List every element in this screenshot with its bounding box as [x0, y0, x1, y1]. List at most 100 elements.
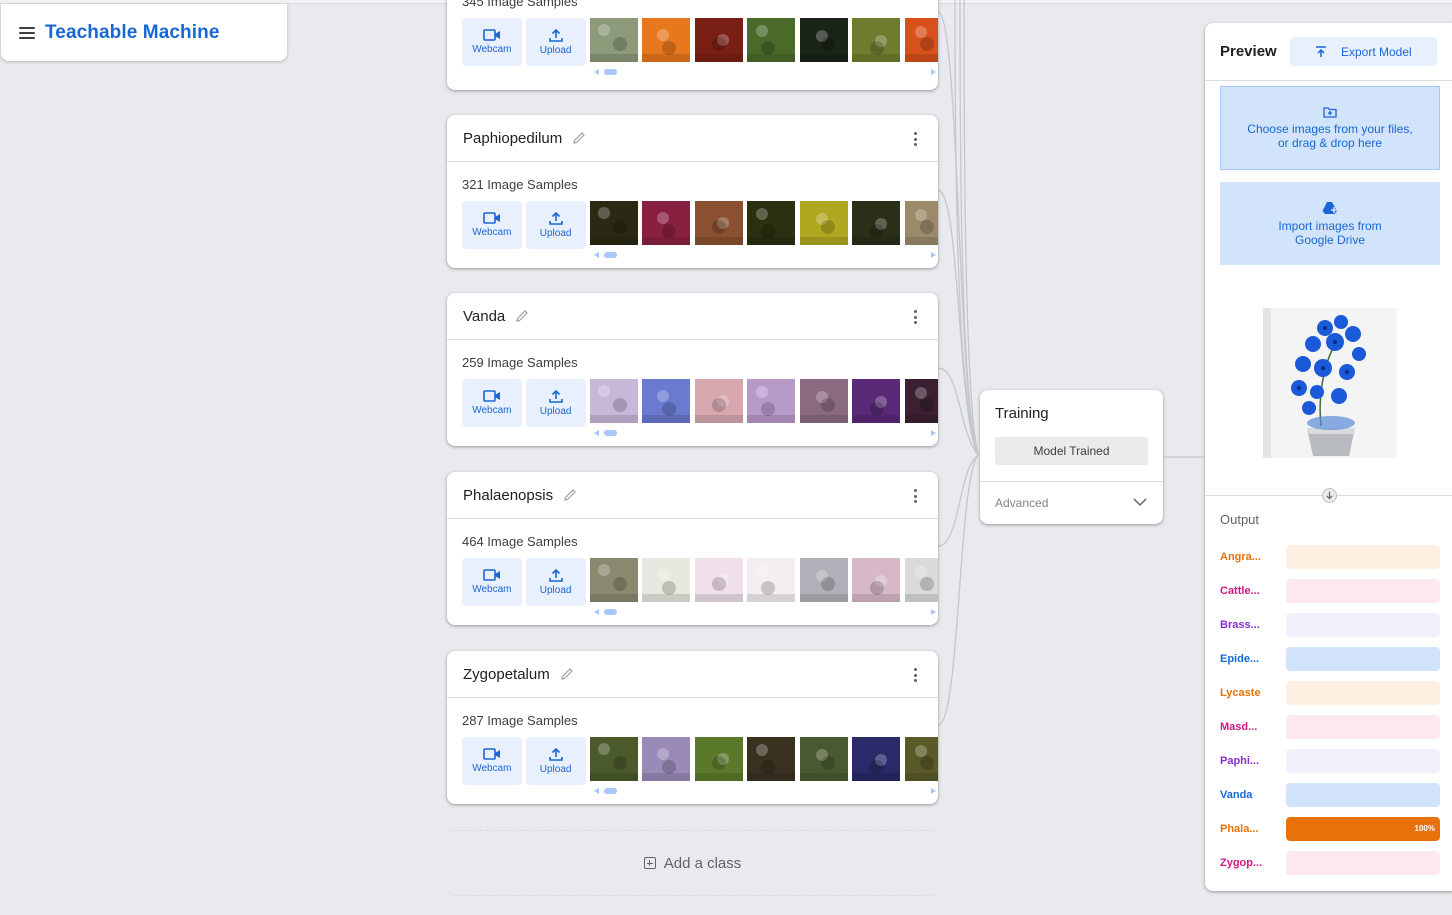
sample-thumbnail[interactable]	[694, 201, 743, 245]
sample-thumbnail[interactable]	[799, 558, 848, 602]
sample-thumbnail[interactable]	[642, 379, 690, 423]
sample-thumbnail[interactable]	[747, 201, 795, 245]
sample-thumbnail[interactable]	[852, 18, 900, 62]
output-confidence-bar	[1286, 783, 1440, 807]
scroll-right-arrow-icon[interactable]	[931, 252, 936, 258]
import-google-drive-button[interactable]: Import images from Google Drive	[1220, 182, 1440, 265]
thumbnail-scrollbar[interactable]	[594, 608, 936, 616]
webcam-button[interactable]: Webcam	[462, 737, 522, 785]
webcam-button[interactable]: Webcam	[462, 18, 522, 66]
sample-thumbnail[interactable]	[904, 737, 938, 781]
more-options-icon[interactable]	[914, 132, 918, 146]
sample-thumbnail[interactable]	[904, 18, 938, 62]
scrollbar-thumb[interactable]	[604, 609, 617, 615]
sample-thumbnail[interactable]	[589, 737, 638, 781]
class-name[interactable]: Vanda	[463, 308, 505, 325]
sample-thumbnail[interactable]	[852, 558, 900, 602]
webcam-icon	[483, 390, 500, 402]
sample-thumbnail[interactable]	[852, 737, 900, 781]
edit-pencil-icon[interactable]	[562, 487, 578, 503]
upload-button[interactable]: Upload	[525, 18, 586, 66]
sample-thumbnail[interactable]	[642, 18, 690, 62]
scroll-left-arrow-icon[interactable]	[594, 788, 599, 794]
hamburger-menu-icon[interactable]	[19, 26, 35, 39]
export-model-button[interactable]: Export Model	[1289, 37, 1437, 66]
choose-files-dropzone[interactable]: Choose images from your files, or drag &…	[1220, 86, 1440, 170]
upload-button[interactable]: Upload	[525, 379, 586, 427]
output-row: Epide...	[1220, 647, 1440, 671]
sample-thumbnail[interactable]	[747, 18, 795, 62]
sample-thumbnail[interactable]	[852, 201, 900, 245]
upload-label: Upload	[539, 45, 572, 56]
webcam-button[interactable]: Webcam	[462, 201, 522, 249]
sample-thumbnail[interactable]	[589, 18, 638, 62]
class-name[interactable]: Zygopetalum	[463, 666, 550, 683]
scrollbar-thumb[interactable]	[604, 252, 617, 258]
more-options-icon[interactable]	[914, 310, 918, 324]
more-options-icon[interactable]	[914, 668, 918, 682]
sample-thumbnail[interactable]	[694, 737, 743, 781]
sample-thumbnail[interactable]	[904, 201, 938, 245]
model-trained-button[interactable]: Model Trained	[995, 437, 1148, 465]
class-name[interactable]: Phalaenopsis	[463, 487, 553, 504]
sample-thumbnail[interactable]	[904, 558, 938, 602]
sample-thumbnail[interactable]	[904, 379, 938, 423]
scroll-left-arrow-icon[interactable]	[594, 252, 599, 258]
sample-thumbnail[interactable]	[799, 18, 848, 62]
sample-thumbnail[interactable]	[747, 379, 795, 423]
scroll-right-arrow-icon[interactable]	[931, 430, 936, 436]
sample-thumbnail[interactable]	[799, 379, 848, 423]
webcam-button[interactable]: Webcam	[462, 379, 522, 427]
more-options-icon[interactable]	[914, 489, 918, 503]
add-class-button[interactable]: Add a class	[447, 830, 938, 896]
choose-line-2: or drag & drop here	[1277, 136, 1383, 150]
sample-row: Webcam Upload	[462, 379, 938, 427]
thumbnail-scrollbar[interactable]	[594, 68, 936, 76]
scroll-right-arrow-icon[interactable]	[931, 609, 936, 615]
sample-thumbnail[interactable]	[642, 201, 690, 245]
sample-thumbnail[interactable]	[799, 201, 848, 245]
advanced-toggle[interactable]: Advanced	[980, 481, 1163, 524]
scrollbar-thumb[interactable]	[604, 430, 617, 436]
upload-button[interactable]: Upload	[525, 737, 586, 785]
sample-thumbnail[interactable]	[642, 737, 690, 781]
scrollbar-thumb[interactable]	[604, 788, 617, 794]
output-title: Output	[1220, 512, 1260, 527]
sample-row: Webcam Upload	[462, 737, 938, 785]
sample-thumbnail[interactable]	[694, 379, 743, 423]
sample-thumbnails	[589, 737, 938, 781]
scroll-right-arrow-icon[interactable]	[931, 69, 936, 75]
edit-pencil-icon[interactable]	[559, 666, 575, 682]
scrollbar-thumb[interactable]	[604, 69, 617, 75]
preview-header: Preview Export Model	[1205, 23, 1452, 81]
sample-count: 321 Image Samples	[462, 177, 578, 192]
app-title[interactable]: Teachable Machine	[45, 22, 220, 44]
class-card-body: 345 Image Samples Webcam Upload	[447, 0, 938, 86]
sample-thumbnail[interactable]	[852, 379, 900, 423]
choose-line-1: Choose images from your files,	[1247, 122, 1413, 136]
sample-thumbnail[interactable]	[642, 558, 690, 602]
thumbnail-scrollbar[interactable]	[594, 787, 936, 795]
sample-thumbnail[interactable]	[589, 201, 638, 245]
edit-pencil-icon[interactable]	[514, 308, 530, 324]
upload-button[interactable]: Upload	[525, 558, 586, 606]
sample-thumbnail[interactable]	[799, 737, 848, 781]
output-row: Brass...	[1220, 613, 1440, 637]
sample-thumbnail[interactable]	[589, 558, 638, 602]
edit-pencil-icon[interactable]	[571, 130, 587, 146]
scroll-right-arrow-icon[interactable]	[931, 788, 936, 794]
preview-orchid-image	[1263, 308, 1397, 458]
sample-thumbnail[interactable]	[694, 558, 743, 602]
scroll-left-arrow-icon[interactable]	[594, 430, 599, 436]
sample-thumbnail[interactable]	[694, 18, 743, 62]
scroll-left-arrow-icon[interactable]	[594, 609, 599, 615]
sample-thumbnail[interactable]	[589, 379, 638, 423]
sample-thumbnail[interactable]	[747, 558, 795, 602]
class-name[interactable]: Paphiopedilum	[463, 130, 562, 147]
thumbnail-scrollbar[interactable]	[594, 429, 936, 437]
scroll-left-arrow-icon[interactable]	[594, 69, 599, 75]
upload-button[interactable]: Upload	[525, 201, 586, 249]
webcam-button[interactable]: Webcam	[462, 558, 522, 606]
thumbnail-scrollbar[interactable]	[594, 251, 936, 259]
sample-thumbnail[interactable]	[747, 737, 795, 781]
